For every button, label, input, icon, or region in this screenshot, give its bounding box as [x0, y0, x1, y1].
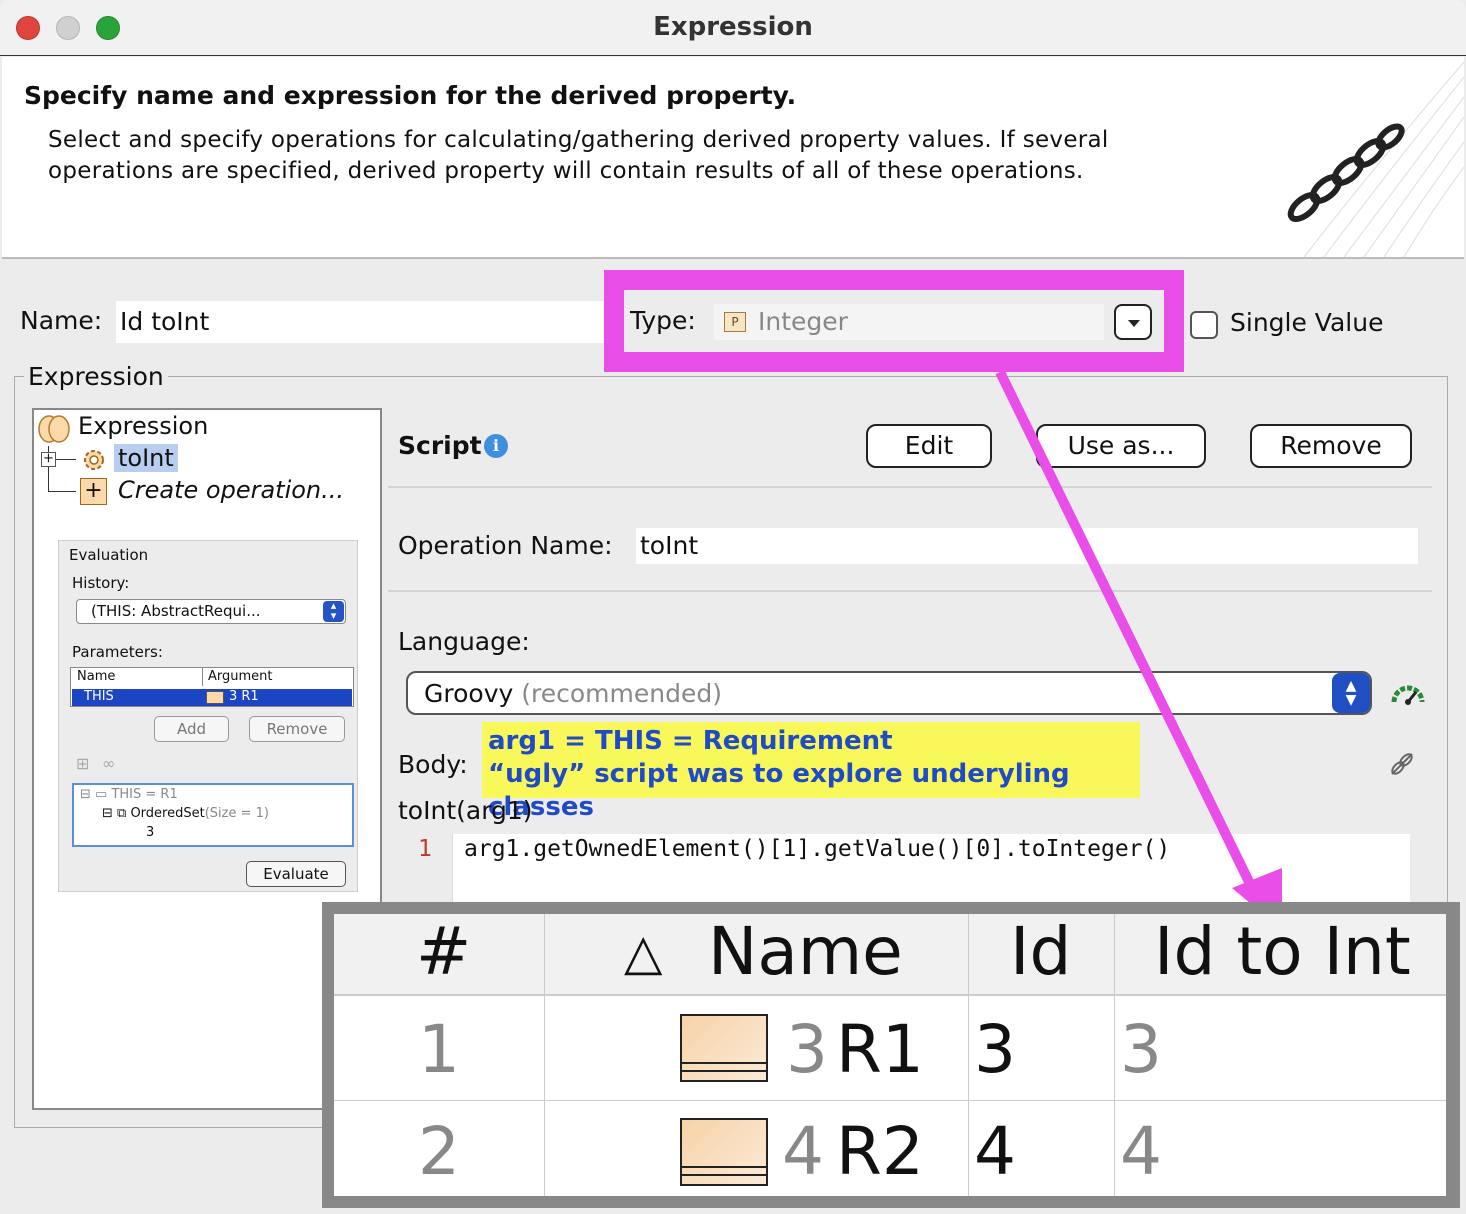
operation-name-label: Operation Name:: [398, 531, 613, 560]
detach-link-icon[interactable]: [1388, 750, 1416, 778]
body-label: Body:: [398, 750, 468, 779]
history-select-arrow-icon[interactable]: ▴ ▾: [323, 600, 344, 622]
header-number[interactable]: #: [416, 912, 471, 992]
header-id[interactable]: Id: [1010, 912, 1071, 992]
row-id[interactable]: 3: [974, 1010, 1016, 1090]
dialog-header: Specify name and expression for the deri…: [2, 57, 1464, 259]
tree-op-toint[interactable]: toInt: [114, 444, 178, 472]
expression-root-icon: [38, 415, 70, 443]
sort-ascending-icon: △: [624, 923, 663, 981]
tree-tools-icon[interactable]: ⊞: [76, 754, 89, 773]
requirement-icon: [680, 1118, 768, 1186]
result-root[interactable]: ⊟ ▭ THIS = R1: [80, 787, 178, 802]
name-input[interactable]: Id toInt: [116, 301, 606, 343]
result-orderedset[interactable]: ⊟ ⧉ OrderedSet(Size = 1): [102, 806, 269, 821]
row-name[interactable]: R2: [836, 1112, 924, 1192]
name-label: Name:: [20, 306, 103, 335]
gear-icon: [84, 450, 104, 470]
row-name-id: 4: [782, 1113, 824, 1190]
remove-parameter-button[interactable]: Remove: [249, 716, 345, 742]
language-note: (recommended): [521, 679, 722, 708]
param-col-argument: Argument: [208, 669, 273, 684]
language-value: Groovy: [424, 679, 514, 708]
header-id-to-int[interactable]: Id to Int: [1154, 912, 1411, 992]
language-select[interactable]: Groovy (recommended): [406, 671, 1372, 715]
row-name[interactable]: R1: [836, 1010, 924, 1090]
column-divider: [968, 914, 969, 1196]
history-select[interactable]: (THIS: AbstractRequi...: [76, 599, 346, 624]
row-number: 2: [418, 1113, 460, 1190]
language-label: Language:: [398, 627, 530, 656]
use-as-button[interactable]: Use as...: [1036, 424, 1206, 468]
header-description: Select and specify operations for calcul…: [48, 127, 1109, 184]
single-value-checkbox[interactable]: [1190, 311, 1218, 339]
chain-link-icon: [1287, 61, 1464, 257]
language-select-arrow-icon[interactable]: ▲ ▼: [1332, 673, 1370, 713]
remove-button[interactable]: Remove: [1250, 424, 1412, 468]
line-number: 1: [418, 836, 432, 862]
type-highlight-box: [604, 270, 1184, 372]
row-name-id: 3: [786, 1011, 828, 1088]
expand-toggle-icon[interactable]: +: [41, 452, 56, 467]
speedometer-icon[interactable]: [1390, 680, 1426, 708]
single-value-label: Single Value: [1230, 308, 1384, 337]
row-divider: [334, 1100, 1446, 1101]
code-line[interactable]: arg1.getOwnedElement()[1].getValue()[0].…: [464, 836, 1170, 862]
divider: [388, 486, 1432, 488]
tree-root-expression[interactable]: Expression: [78, 412, 208, 440]
add-parameter-button[interactable]: Add: [154, 716, 229, 742]
column-divider: [202, 668, 203, 686]
operation-name-input[interactable]: toInt: [636, 528, 1418, 564]
result-root-label: THIS = R1: [111, 787, 178, 802]
binoculars-icon[interactable]: ∞: [102, 754, 115, 773]
row-id[interactable]: 4: [974, 1112, 1016, 1192]
window-title: Expression: [653, 12, 813, 42]
result-size: (Size = 1): [204, 806, 269, 821]
add-icon: +: [80, 478, 107, 505]
annotation-note: arg1 = THIS = Requirement “ugly” script …: [482, 722, 1140, 822]
parameters-label: Parameters:: [72, 643, 163, 661]
result-set-label: OrderedSet: [130, 806, 205, 821]
header-name[interactable]: Name: [708, 912, 903, 992]
header-title: Specify name and expression for the deri…: [24, 81, 797, 110]
row-id-to-int: 3: [1120, 1011, 1162, 1088]
history-label: History:: [72, 574, 130, 592]
param-row-name: THIS: [84, 689, 114, 704]
requirement-icon: [206, 691, 224, 704]
annotation-line-1: arg1 = THIS = Requirement: [488, 726, 893, 756]
expression-dialog: Expression Specify name and expression f…: [0, 0, 1466, 1214]
edit-button[interactable]: Edit: [866, 424, 992, 468]
evaluate-button[interactable]: Evaluate: [246, 861, 346, 887]
param-row-argument: 3 R1: [229, 689, 259, 704]
info-icon[interactable]: i: [484, 434, 508, 458]
expression-group-title: Expression: [24, 362, 168, 391]
annotation-line-2: “ugly” script was to explore underyling …: [488, 759, 1070, 822]
script-title: Script: [398, 431, 482, 460]
function-signature: toInt(arg1): [398, 796, 533, 825]
tree-line: [48, 491, 76, 492]
collapse-icon: ⊟ ⧉: [102, 806, 131, 821]
row-id-to-int: 4: [1120, 1113, 1162, 1190]
divider: [388, 590, 1432, 592]
column-divider: [544, 914, 545, 1196]
tree-create-operation[interactable]: Create operation...: [118, 476, 344, 504]
column-divider: [1114, 914, 1115, 1196]
tree-line: [56, 459, 76, 460]
collapse-icon: ⊟ ▭: [80, 787, 112, 802]
result-value[interactable]: 3: [146, 825, 154, 840]
evaluation-title: Evaluation: [66, 546, 152, 564]
requirement-icon: [680, 1014, 768, 1082]
param-col-name: Name: [77, 669, 116, 684]
row-number: 1: [418, 1011, 460, 1088]
title-bar: Expression: [0, 0, 1466, 56]
